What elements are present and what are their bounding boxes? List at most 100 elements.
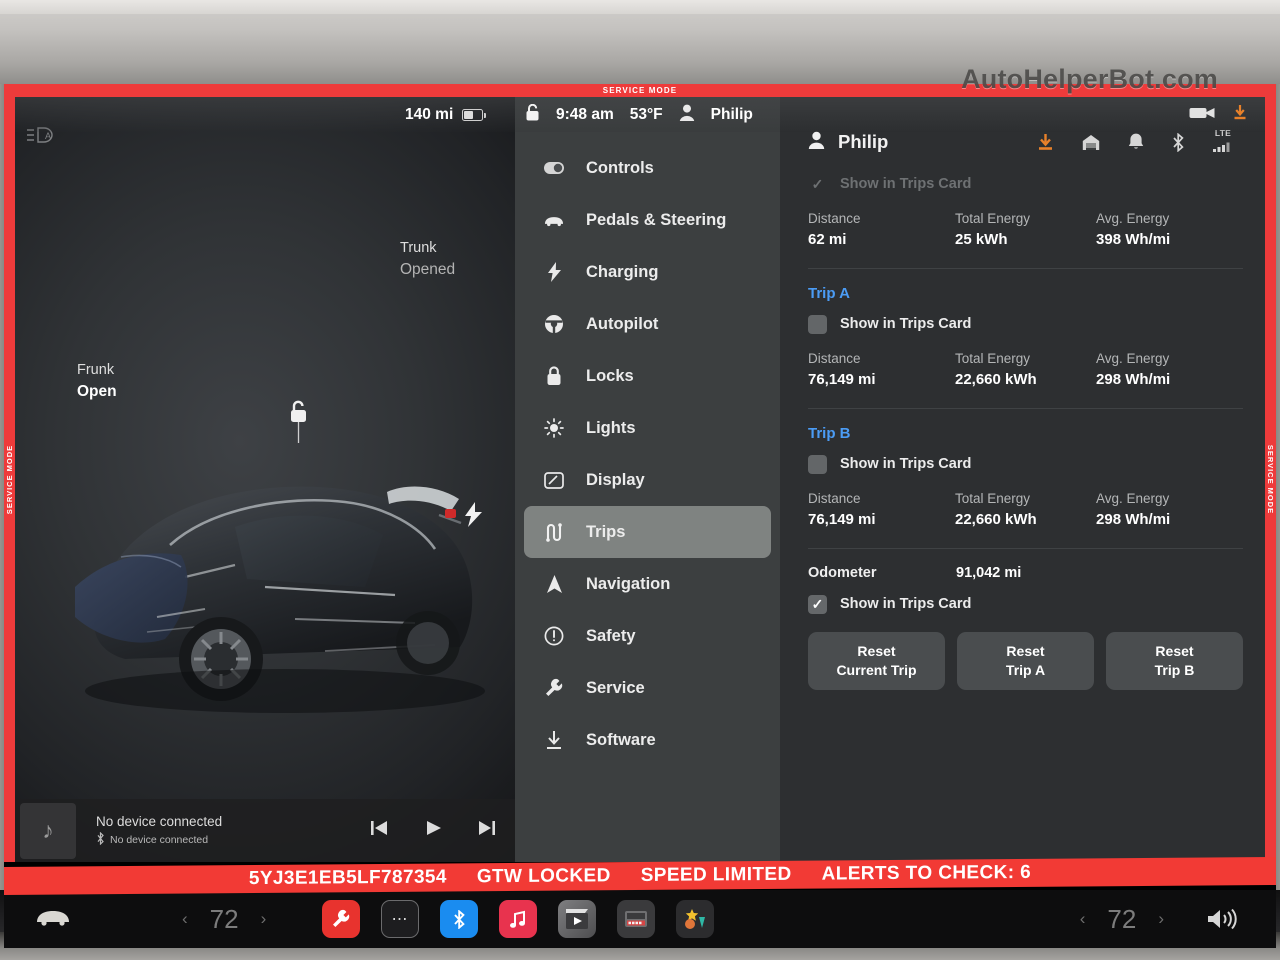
- menu-item-controls[interactable]: Controls: [524, 142, 771, 194]
- current-trip-show-in-trips-card[interactable]: ✓ Show in Trips Card: [808, 173, 1243, 195]
- speed-limited-status: SPEED LIMITED: [640, 863, 792, 886]
- checkbox-checked-icon[interactable]: ✓: [808, 175, 827, 194]
- service-app-icon[interactable]: [322, 900, 361, 938]
- checkbox-unchecked-icon[interactable]: [808, 314, 827, 334]
- metric-label: Total Energy: [954, 491, 1031, 506]
- menu-item-pedals-steering[interactable]: Pedals & Steering: [524, 194, 771, 246]
- current-trip-metrics: Distance 62 mi Total Energy 25 kWh Avg. …: [808, 211, 1243, 248]
- temp-increase-button[interactable]: ›: [261, 909, 267, 929]
- download-icon[interactable]: [1037, 133, 1054, 151]
- media-controls[interactable]: [369, 818, 497, 843]
- play-icon[interactable]: [423, 818, 443, 843]
- car-icon[interactable]: [36, 907, 70, 931]
- passenger-temp-increase-button[interactable]: ›: [1158, 909, 1164, 929]
- menu-item-label: Autopilot: [586, 314, 659, 333]
- menu-item-display[interactable]: Display: [524, 454, 771, 506]
- metric-distance: Distance 62 mi: [808, 211, 955, 248]
- metric-total-energy: Total Energy 22,660 kWh: [955, 491, 1096, 528]
- reset-button-row[interactable]: Reset Current Trip Reset Trip A Reset Tr…: [808, 632, 1243, 690]
- trip-a-metrics: Distance 76,149 mi Total Energy 22,660 k…: [808, 351, 1243, 388]
- menu-item-lights[interactable]: Lights: [524, 402, 771, 454]
- driver-temperature-value: 72: [209, 903, 239, 934]
- signal-bars-icon: [1213, 139, 1233, 157]
- arcade-app-icon[interactable]: [617, 900, 656, 938]
- screen-content: A Frunk Open Trunk Opened ♪ No device co…: [15, 97, 1265, 862]
- metric-label: Avg. Energy: [1096, 351, 1170, 366]
- padlock-icon: [544, 366, 564, 386]
- current-trip-section: ✓ Show in Trips Card Distance 62 mi Tota…: [808, 157, 1243, 269]
- bluetooth-icon: [96, 831, 105, 848]
- more-apps-icon[interactable]: ⋯: [381, 900, 420, 938]
- auto-headlight-icon: A: [25, 124, 59, 146]
- music-app-icon[interactable]: [499, 900, 538, 938]
- vehicle-vin: 5YJ3E1EB5LF787354: [248, 866, 447, 890]
- settings-menu-list[interactable]: Controls Pedals & Steering Charging Auto…: [515, 97, 780, 766]
- speaker-icon[interactable]: [1206, 907, 1238, 931]
- status-icon-group[interactable]: LTE: [1037, 128, 1243, 157]
- network-status: LTE: [1213, 128, 1233, 157]
- reset-trip-a-button[interactable]: Reset Trip A: [957, 632, 1094, 690]
- checkbox-label: Show in Trips Card: [840, 316, 972, 332]
- toggle-switch-icon: [544, 158, 564, 178]
- exclamation-circle-icon: [544, 626, 564, 646]
- menu-item-service[interactable]: Service: [524, 662, 771, 714]
- menu-item-locks[interactable]: Locks: [524, 350, 771, 402]
- media-player-bar[interactable]: ♪ No device connected No device connecte…: [15, 799, 515, 862]
- menu-item-software[interactable]: Software: [524, 714, 771, 766]
- media-text: No device connected No device connected: [96, 814, 222, 848]
- trunk-status: Trunk Opened: [400, 237, 455, 281]
- bell-icon[interactable]: [1128, 133, 1144, 151]
- settings-menu[interactable]: Controls Pedals & Steering Charging Auto…: [515, 97, 780, 862]
- metric-value: 76,149 mi: [808, 511, 876, 528]
- next-track-icon[interactable]: [477, 818, 497, 843]
- menu-item-safety[interactable]: Safety: [524, 610, 771, 662]
- odometer-show-in-trips-card[interactable]: ✓ Show in Trips Card: [808, 593, 1243, 615]
- metric-avg-energy: Avg. Energy 298 Wh/mi: [1096, 351, 1243, 388]
- checkbox-label: Show in Trips Card: [840, 176, 972, 192]
- menu-item-trips[interactable]: Trips: [524, 506, 771, 558]
- passenger-temp-decrease-button[interactable]: ‹: [1080, 909, 1086, 929]
- menu-item-charging[interactable]: Charging: [524, 246, 771, 298]
- metric-distance: Distance 76,149 mi: [808, 491, 955, 528]
- car-visualization-pane[interactable]: A Frunk Open Trunk Opened ♪ No device co…: [15, 97, 515, 862]
- metric-value: 298 Wh/mi: [1096, 371, 1171, 388]
- screen-icon: [544, 470, 564, 490]
- frunk-state: Open: [77, 383, 117, 400]
- metric-label: Total Energy: [954, 211, 1031, 226]
- driver-name: Philip: [838, 131, 889, 152]
- frunk-status: Frunk Open: [77, 359, 117, 403]
- passenger-temperature-control[interactable]: ‹ 72 ›: [1080, 904, 1164, 935]
- checkbox-checked-icon[interactable]: ✓: [808, 594, 827, 614]
- button-line-2: Trip B: [1154, 662, 1195, 678]
- metric-label: Avg. Energy: [1096, 491, 1170, 506]
- service-mode-left-strip: SERVICE MODE: [4, 97, 15, 862]
- media-title: No device connected: [96, 813, 223, 829]
- reset-current-trip-button[interactable]: Reset Current Trip: [808, 632, 945, 690]
- menu-item-autopilot[interactable]: Autopilot: [524, 298, 771, 350]
- trips-route-icon: [544, 522, 564, 542]
- metric-label: Avg. Energy: [1096, 211, 1170, 226]
- previous-track-icon[interactable]: [369, 818, 389, 843]
- theater-app-icon[interactable]: [558, 900, 597, 938]
- charge-bolt-icon: [465, 502, 482, 532]
- metric-label: Distance: [808, 211, 861, 226]
- bluetooth-icon[interactable]: [1172, 132, 1185, 152]
- temp-decrease-button[interactable]: ‹: [182, 909, 188, 929]
- trip-a-show-in-trips-card[interactable]: Show in Trips Card: [808, 313, 1243, 335]
- trip-b-show-in-trips-card[interactable]: Show in Trips Card: [808, 453, 1243, 475]
- bluetooth-app-icon[interactable]: [440, 900, 479, 938]
- driver-profile[interactable]: Philip: [808, 131, 888, 154]
- toybox-app-icon[interactable]: [676, 900, 715, 938]
- trip-b-section: Trip B Show in Trips Card Distance 76,14…: [808, 409, 1243, 549]
- checkbox-unchecked-icon[interactable]: [808, 454, 827, 474]
- bottom-taskbar[interactable]: ‹ 72 › ⋯ ‹ 72 ›: [4, 890, 1276, 948]
- home-garage-icon[interactable]: [1082, 134, 1100, 151]
- metric-total-energy: Total Energy 25 kWh: [955, 211, 1096, 248]
- driver-temperature-control[interactable]: ‹ 72 ›: [182, 904, 266, 935]
- car-3d-render: [75, 486, 485, 713]
- unlocked-padlock-icon[interactable]: [287, 397, 309, 448]
- navigation-arrow-icon: [544, 574, 564, 594]
- reset-trip-b-button[interactable]: Reset Trip B: [1106, 632, 1243, 690]
- menu-item-navigation[interactable]: Navigation: [524, 558, 771, 610]
- taskbar-app-row[interactable]: ⋯: [322, 900, 715, 938]
